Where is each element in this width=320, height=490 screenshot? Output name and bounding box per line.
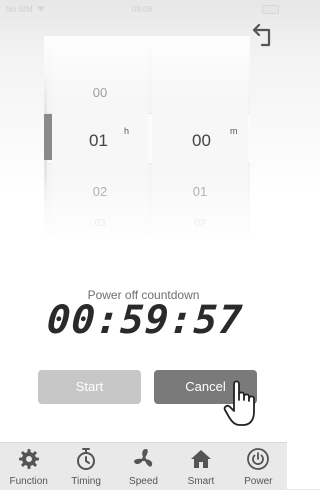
hours-option-selected[interactable]: 01 xyxy=(52,131,108,151)
tab-timing-label: Timing xyxy=(71,476,101,487)
status-left: No SIM xyxy=(6,5,45,14)
tab-smart[interactable]: Smart xyxy=(172,443,229,490)
tab-bar: Function Timing Speed Smart Power xyxy=(0,442,287,490)
minutes-unit-label: m xyxy=(230,126,238,136)
tab-function[interactable]: Function xyxy=(0,443,57,490)
picker-selection-indicator xyxy=(44,114,52,160)
hours-option-above[interactable]: 00 xyxy=(52,85,148,100)
minutes-option-selected[interactable]: 00 xyxy=(152,131,211,151)
minutes-picker-column[interactable]: 00 m 01 02 xyxy=(152,36,248,236)
tab-speed[interactable]: Speed xyxy=(115,443,172,490)
gear-icon xyxy=(18,449,39,469)
minutes-option-faded[interactable]: 02 xyxy=(152,218,248,229)
power-icon xyxy=(247,448,270,470)
hours-picker-column[interactable]: 00 01 h 02 03 xyxy=(52,36,148,236)
tab-timing[interactable]: Timing xyxy=(57,443,114,490)
hours-unit-label: h xyxy=(124,126,130,136)
time-picker: 00 01 h 02 03 00 m 01 02 xyxy=(44,36,250,236)
tab-power[interactable]: Power xyxy=(230,443,287,490)
fan-icon xyxy=(133,449,152,467)
return-icon xyxy=(252,23,271,47)
home-icon xyxy=(190,450,211,468)
back-button[interactable] xyxy=(250,22,276,48)
hours-option-below[interactable]: 02 xyxy=(52,184,148,199)
start-button[interactable]: Start xyxy=(38,370,141,404)
minutes-option-below[interactable]: 01 xyxy=(152,184,248,199)
status-time: 09:08 xyxy=(132,5,153,14)
battery-icon xyxy=(262,5,279,14)
hours-option-faded[interactable]: 03 xyxy=(52,218,148,229)
tab-speed-label: Speed xyxy=(129,476,158,487)
cancel-button[interactable]: Cancel xyxy=(154,370,257,404)
countdown-display: 00:59:57 xyxy=(45,298,245,343)
tab-function-label: Function xyxy=(9,476,48,487)
status-bar: No SIM 09:08 xyxy=(0,0,287,18)
stopwatch-icon xyxy=(77,448,96,470)
tab-smart-label: Smart xyxy=(187,476,215,487)
tab-power-label: Power xyxy=(244,476,273,487)
carrier-label: No SIM xyxy=(6,5,33,14)
wifi-icon xyxy=(37,5,45,14)
